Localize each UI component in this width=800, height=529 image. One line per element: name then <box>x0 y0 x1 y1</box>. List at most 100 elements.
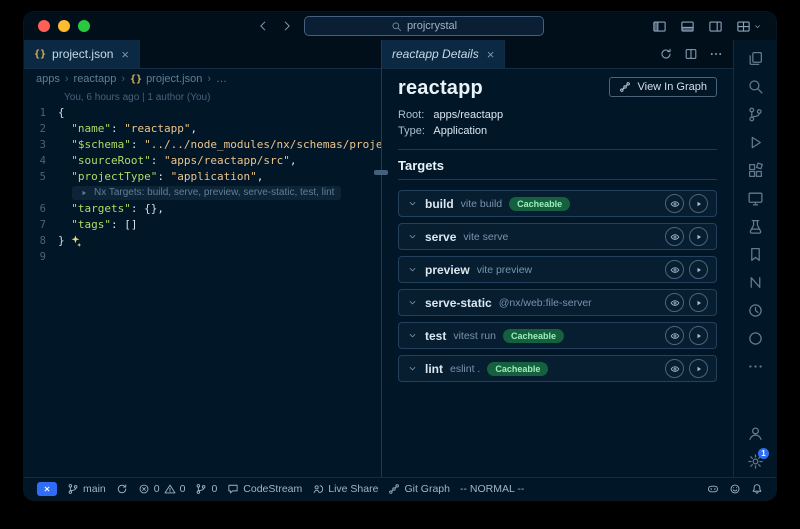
layout-grid-icon <box>736 19 751 34</box>
status-item-pull-requests[interactable]: 0 <box>190 478 222 500</box>
chevron-down-icon[interactable] <box>407 297 418 308</box>
target-row-preview[interactable]: previewvite preview <box>398 256 717 283</box>
status-item-feedback[interactable] <box>724 483 746 495</box>
target-row-serve-static[interactable]: serve-static@nx/web:file-server <box>398 289 717 316</box>
show-target-config-button[interactable] <box>665 359 684 378</box>
show-target-config-button[interactable] <box>665 194 684 213</box>
status-item-notifications[interactable] <box>746 483 768 495</box>
run-target-button[interactable] <box>689 260 708 279</box>
play-icon <box>694 232 704 242</box>
command-center-search[interactable]: projcrystal <box>304 16 544 36</box>
show-target-config-button[interactable] <box>665 260 684 279</box>
target-name: serve-static <box>425 296 492 310</box>
run-target-button[interactable] <box>689 359 708 378</box>
show-target-config-button[interactable] <box>665 326 684 345</box>
status-item-git-branch[interactable]: main <box>62 478 111 500</box>
toggle-sidebar-right-icon[interactable] <box>708 19 723 34</box>
chevron-down-icon[interactable] <box>407 330 418 341</box>
refresh-icon[interactable] <box>659 47 673 61</box>
status-bar-right <box>702 483 768 495</box>
breadcrumb-item[interactable]: {}project.json <box>130 73 202 85</box>
editor-tabstrip: {} project.json × <box>24 40 381 69</box>
tab-project-json[interactable]: {} project.json × <box>24 40 140 68</box>
code-editor[interactable]: You, 6 hours ago | 1 author (You) 1{2 "n… <box>24 89 381 477</box>
code-line: 9 <box>24 249 381 265</box>
activity-item-run-debug[interactable] <box>734 128 776 156</box>
activity-item-accounts[interactable] <box>734 419 776 447</box>
code-line: 8} <box>24 233 381 249</box>
nx-targets-hint[interactable]: Nx Targets: build, serve, preview, serve… <box>72 186 341 200</box>
toggle-sidebar-left-icon[interactable] <box>652 19 667 34</box>
target-name: preview <box>425 263 470 277</box>
code-token: "application" <box>171 169 257 185</box>
split-sash-handle[interactable] <box>374 170 388 175</box>
show-target-config-button[interactable] <box>665 293 684 312</box>
toggle-panel-icon[interactable] <box>680 19 695 34</box>
close-tab-icon[interactable]: × <box>487 48 495 61</box>
gitgraph-icon <box>388 483 400 495</box>
split-editor-icon[interactable] <box>684 47 698 61</box>
forward-icon[interactable] <box>280 19 294 33</box>
run-icon <box>79 188 89 198</box>
chevron-down-icon[interactable] <box>407 363 418 374</box>
breadcrumb-item[interactable]: apps <box>36 73 60 85</box>
target-row-lint[interactable]: linteslint .Cacheable <box>398 355 717 382</box>
line-number: 3 <box>24 137 46 153</box>
activity-item-bookmarks[interactable] <box>734 240 776 268</box>
target-row-test[interactable]: testvitest runCacheable <box>398 322 717 349</box>
line-number: 6 <box>24 201 46 217</box>
additional-views-icon <box>747 358 764 375</box>
copilot-sparkle-icon[interactable] <box>68 234 82 248</box>
minimize-window-button[interactable] <box>58 20 70 32</box>
activity-item-additional-views[interactable] <box>734 352 776 380</box>
codelens-annotation[interactable]: You, 6 hours ago | 1 author (You) <box>24 91 381 105</box>
run-target-button[interactable] <box>689 194 708 213</box>
run-target-button[interactable] <box>689 293 708 312</box>
status-item-live-share[interactable]: Live Share <box>307 478 383 500</box>
status-item-remote-indicator[interactable] <box>32 478 62 500</box>
show-target-config-button[interactable] <box>665 227 684 246</box>
status-item-copilot[interactable] <box>702 483 724 495</box>
editor-group: {} project.json × apps›reactapp›{}projec… <box>24 40 382 477</box>
status-item-problems[interactable]: 00 <box>133 478 191 500</box>
activity-item-timeline[interactable] <box>734 296 776 324</box>
activity-item-explorer[interactable] <box>734 44 776 72</box>
target-row-serve[interactable]: servevite serve <box>398 223 717 250</box>
tab-reactapp-details[interactable]: reactapp Details × <box>382 40 505 68</box>
zoom-window-button[interactable] <box>78 20 90 32</box>
view-in-graph-button[interactable]: View In Graph <box>609 77 717 97</box>
view-in-graph-label: View In Graph <box>637 81 707 93</box>
close-window-button[interactable] <box>38 20 50 32</box>
more-actions-icon[interactable] <box>709 47 723 61</box>
status-text: main <box>83 483 106 495</box>
status-item-git-graph[interactable]: Git Graph <box>383 478 455 500</box>
activity-item-extensions[interactable] <box>734 156 776 184</box>
run-target-button[interactable] <box>689 227 708 246</box>
line-number: 4 <box>24 153 46 169</box>
chevron-down-icon[interactable] <box>407 264 418 275</box>
back-icon[interactable] <box>256 19 270 33</box>
status-item-codestream[interactable]: CodeStream <box>222 478 307 500</box>
target-row-build[interactable]: buildvite buildCacheable <box>398 190 717 217</box>
breadcrumb-item[interactable]: … <box>216 73 227 85</box>
run-target-button[interactable] <box>689 326 708 345</box>
activity-item-source-control[interactable] <box>734 100 776 128</box>
search-icon <box>747 78 764 95</box>
activity-item-nx-console[interactable] <box>734 268 776 296</box>
activity-item-live-share[interactable] <box>734 324 776 352</box>
breadcrumb-item[interactable]: reactapp <box>74 73 117 85</box>
status-item-vim-mode[interactable]: -- NORMAL -- <box>455 478 529 500</box>
chevron-down-icon[interactable] <box>407 198 418 209</box>
activity-item-testing[interactable] <box>734 212 776 240</box>
close-tab-icon[interactable]: × <box>121 48 129 61</box>
liveshare-icon <box>312 483 324 495</box>
chevron-down-icon[interactable] <box>407 231 418 242</box>
activity-bar: 1 <box>733 40 776 477</box>
activity-item-manage[interactable]: 1 <box>734 447 776 475</box>
activity-item-search[interactable] <box>734 72 776 100</box>
code-token: } <box>58 233 65 249</box>
customize-layout-button[interactable] <box>736 19 762 34</box>
code-line: 5 "projectType": "application", <box>24 169 381 185</box>
activity-item-remote-explorer[interactable] <box>734 184 776 212</box>
status-item-sync-status[interactable] <box>111 478 133 500</box>
